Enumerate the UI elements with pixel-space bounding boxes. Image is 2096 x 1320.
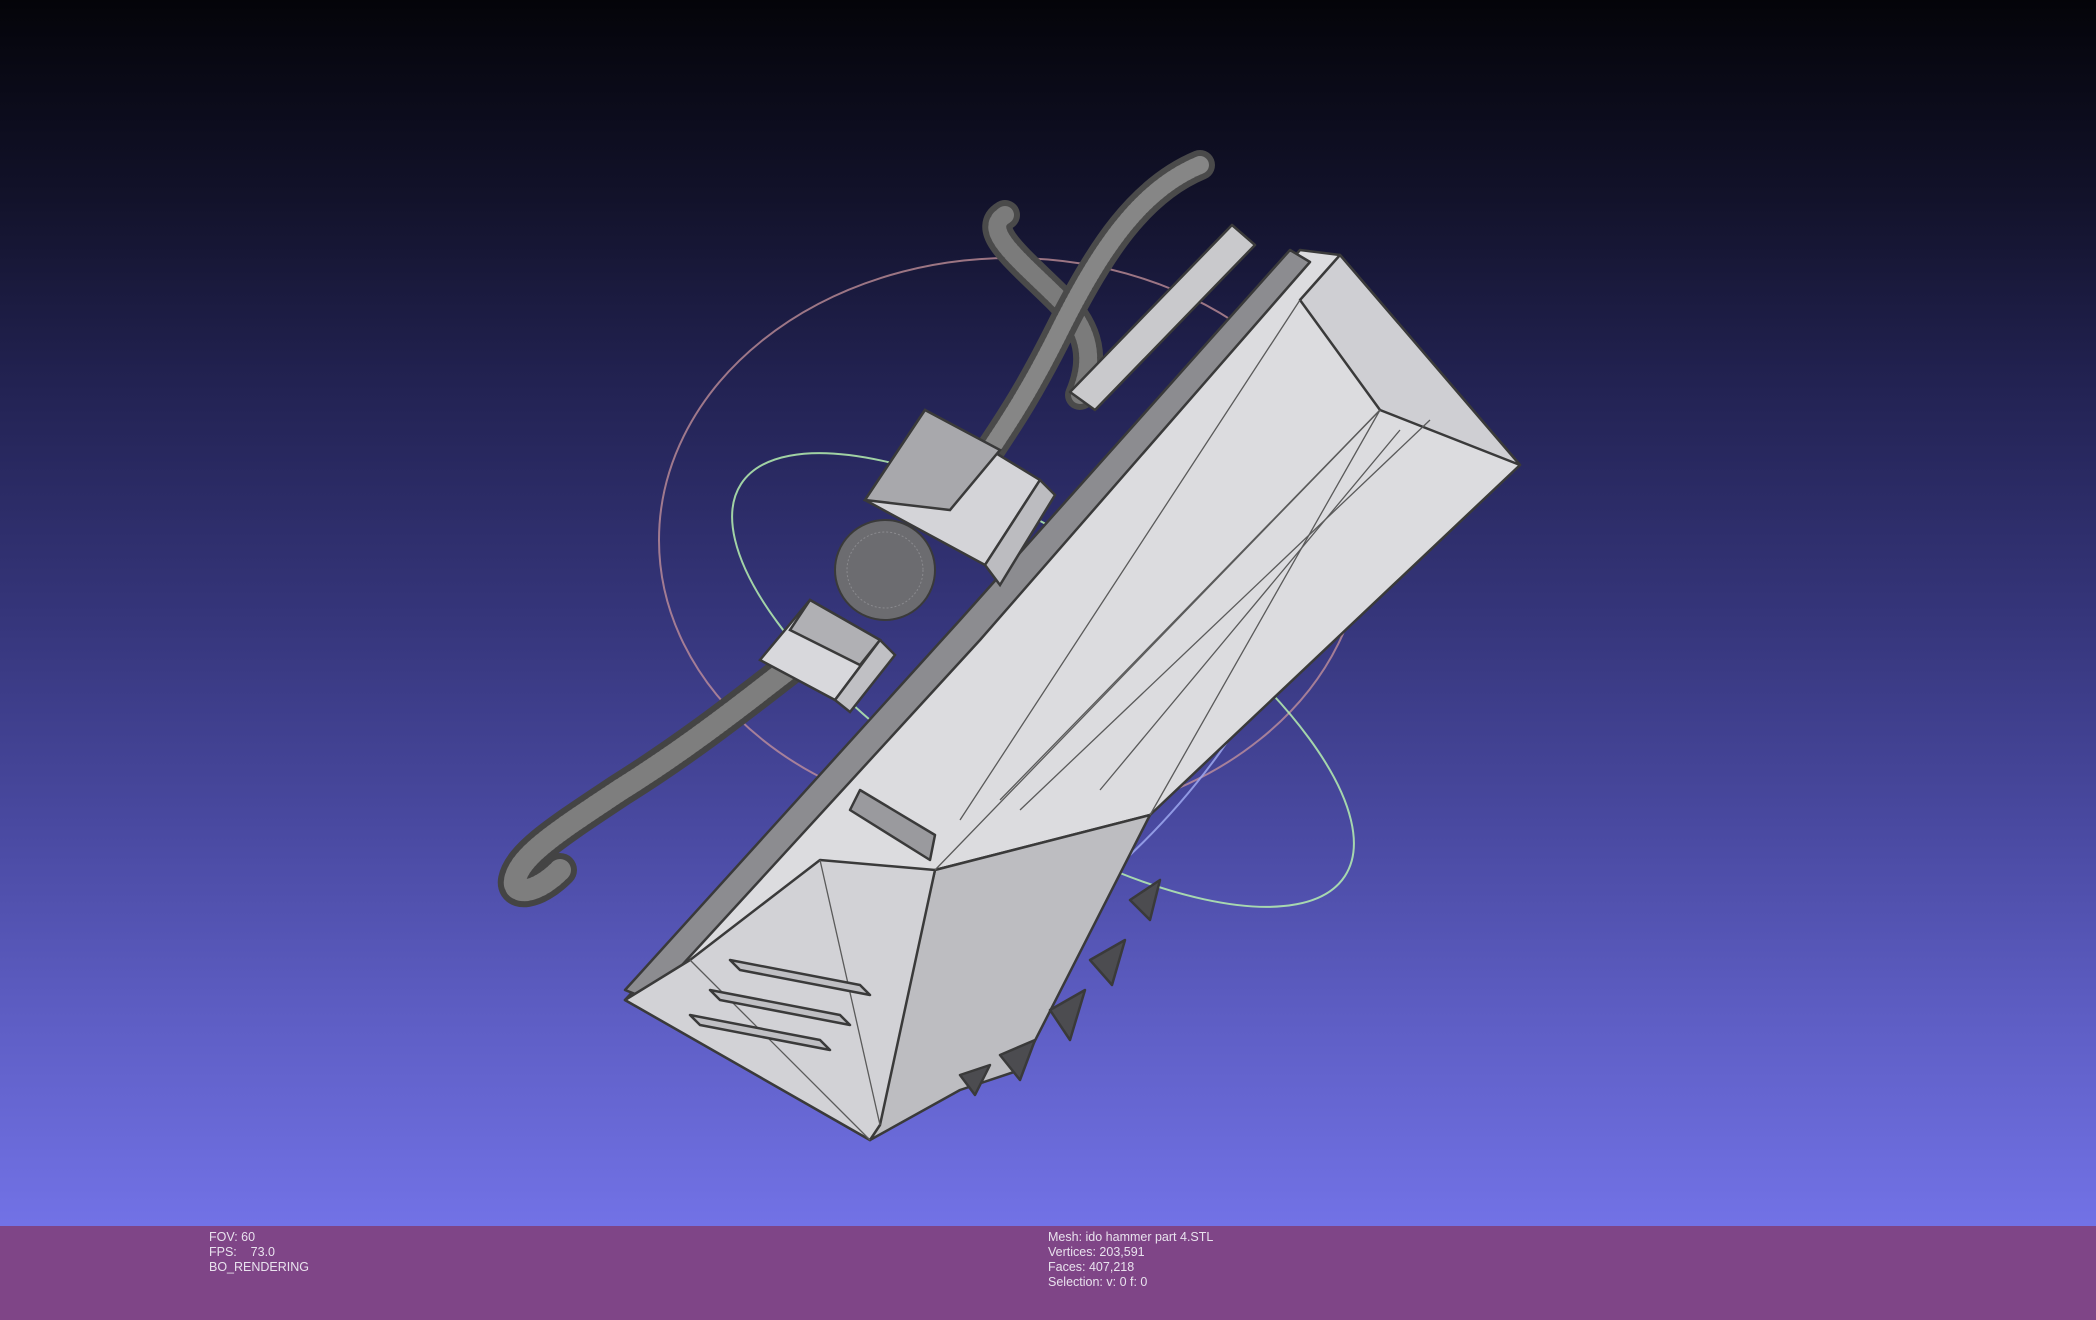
mesh-info: Mesh: ido hammer part 4.STL Vertices: 20… [1048, 1230, 1213, 1290]
meshlab-window: FOV: 60 FPS: 73.0 BO_RENDERING Mesh: ido… [0, 0, 2096, 1320]
selection-readout: Selection: v: 0 f: 0 [1048, 1275, 1148, 1289]
mesh-sphere [834, 519, 936, 621]
vertices-readout: Vertices: 203,591 [1048, 1245, 1145, 1259]
3d-viewport[interactable] [0, 0, 2096, 1226]
status-info-bar: FOV: 60 FPS: 73.0 BO_RENDERING Mesh: ido… [0, 1226, 2096, 1320]
render-info: FOV: 60 FPS: 73.0 BO_RENDERING [209, 1230, 309, 1275]
fov-readout: FOV: 60 [209, 1230, 256, 1244]
fps-readout: FPS: 73.0 [209, 1245, 276, 1259]
render-mode-readout: BO_RENDERING [209, 1260, 310, 1274]
scene-canvas[interactable] [0, 0, 2096, 1226]
mesh-name-readout: Mesh: ido hammer part 4.STL [1048, 1230, 1214, 1244]
faces-readout: Faces: 407,218 [1048, 1260, 1135, 1274]
